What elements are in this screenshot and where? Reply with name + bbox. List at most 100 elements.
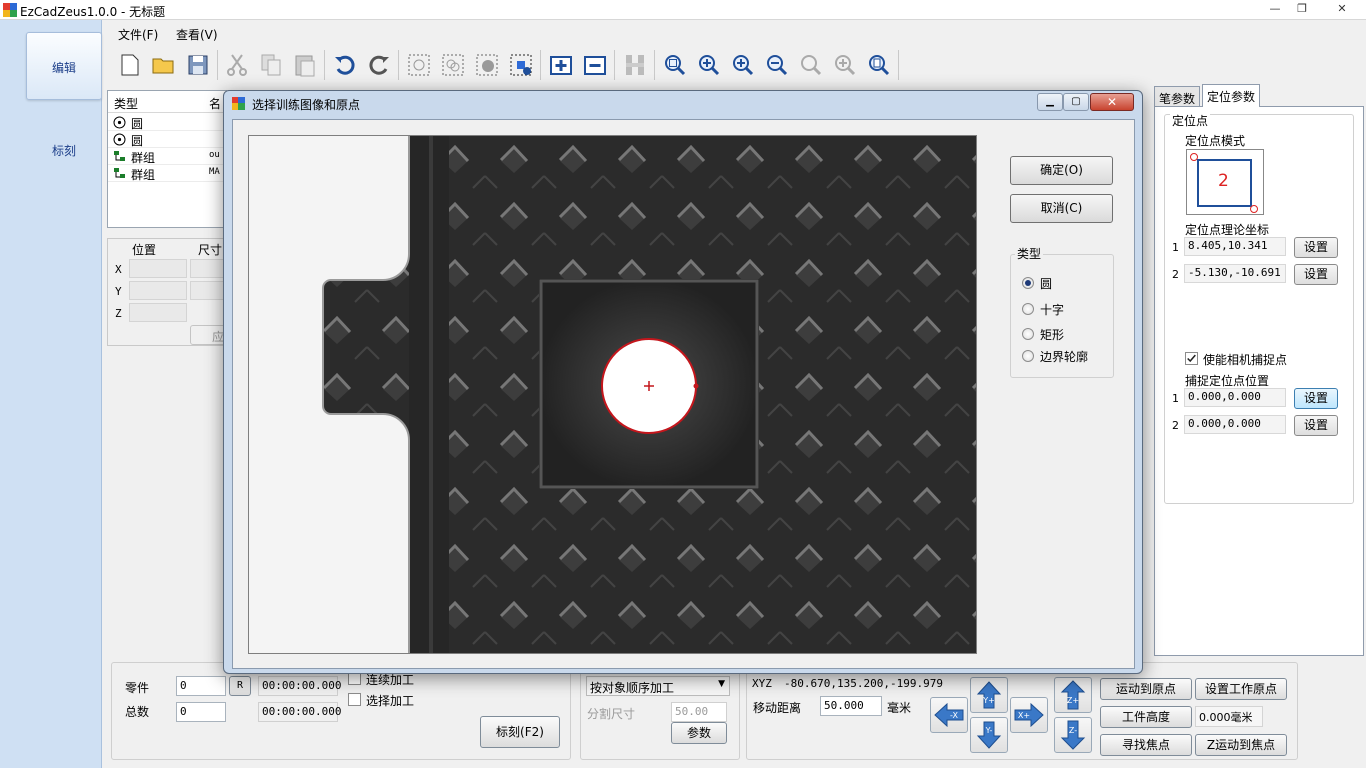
zoom-select-icon[interactable] <box>830 50 860 80</box>
y-minus-text: Y- <box>985 726 993 735</box>
list-item[interactable]: 群组 ou <box>108 148 228 165</box>
open-folder-icon[interactable] <box>149 50 179 80</box>
list-item-type: 圆 <box>131 117 144 131</box>
objlist-header-name: 名 <box>209 97 222 111</box>
param-button[interactable]: 参数 <box>671 722 727 744</box>
work-height-button[interactable]: 工件高度 <box>1100 706 1192 728</box>
x-plus-text: X+ <box>1018 711 1030 720</box>
node-icon[interactable] <box>506 50 536 80</box>
menu-view[interactable]: 查看(V) <box>176 26 218 43</box>
paste-icon[interactable] <box>290 50 320 80</box>
theory-coords-label: 定位点理论坐标 <box>1185 223 1270 237</box>
redo-icon[interactable] <box>364 50 394 80</box>
z-to-focus-button[interactable]: Z运动到焦点 <box>1195 734 1287 756</box>
zoom-out-icon[interactable] <box>762 50 792 80</box>
add-icon[interactable] <box>546 50 576 80</box>
pos-header-size: 尺寸 <box>198 243 223 257</box>
menu-file[interactable]: 文件(F) <box>118 26 158 43</box>
y-plus-button[interactable]: Y+ <box>970 677 1008 713</box>
pos-y-input[interactable] <box>129 281 187 300</box>
theory-set-1-button[interactable]: 设置 <box>1294 237 1338 258</box>
copy-icon[interactable] <box>256 50 286 80</box>
dialog-minimize-button[interactable]: ▁ <box>1037 93 1063 111</box>
goto-origin-button[interactable]: 运动到原点 <box>1100 678 1192 700</box>
capture-coord-1-field[interactable]: 0.000,0.000 <box>1184 388 1286 407</box>
x-minus-button[interactable]: -X <box>930 697 968 733</box>
part-label: 零件 <box>125 681 150 695</box>
ok-button[interactable]: 确定(O) <box>1010 156 1113 185</box>
zoom-all-icon[interactable] <box>660 50 690 80</box>
list-item[interactable]: 群组 MA <box>108 165 228 182</box>
set-work-origin-button[interactable]: 设置工作原点 <box>1195 678 1287 700</box>
list-item[interactable]: 圆 <box>108 114 228 131</box>
nav-mark-button[interactable]: 标刻 <box>26 116 102 184</box>
enable-camera-label: 使能相机捕捉点 <box>1203 353 1288 367</box>
dialog-close-button[interactable]: ✕ <box>1090 93 1134 111</box>
new-file-icon[interactable] <box>115 50 145 80</box>
dialog-maximize-button[interactable]: ▢ <box>1063 93 1089 111</box>
pos-header-position: 位置 <box>132 243 157 257</box>
order-select[interactable]: 按对象顺序加工 ▼ <box>586 676 730 696</box>
split-size-input[interactable]: 50.00 <box>671 702 727 722</box>
pos-x-input[interactable] <box>129 259 187 278</box>
zoom-in-icon[interactable] <box>694 50 724 80</box>
y-minus-button[interactable]: Y- <box>970 717 1008 753</box>
remove-icon[interactable] <box>580 50 610 80</box>
capture-coord-2-field[interactable]: 0.000,0.000 <box>1184 415 1286 434</box>
part-count-input[interactable]: 0 <box>176 676 226 696</box>
move-distance-input[interactable]: 50.000 <box>820 696 882 716</box>
chevron-down-icon: ▼ <box>718 679 725 689</box>
cut-icon[interactable] <box>222 50 252 80</box>
mode-selector[interactable]: 2 <box>1186 149 1264 215</box>
menu-bar: 文件(F) 查看(V) <box>104 22 1366 44</box>
mark-button[interactable]: 标刻(F2) <box>480 716 560 748</box>
tab-position-params[interactable]: 定位参数 <box>1202 84 1261 107</box>
find-focus-button[interactable]: 寻找焦点 <box>1100 734 1192 756</box>
list-item[interactable]: 圆 <box>108 131 228 148</box>
move-unit: 毫米 <box>887 701 912 715</box>
camera-image[interactable] <box>248 135 977 654</box>
theory-coord-2-field[interactable]: -5.130,-10.691 <box>1184 264 1286 283</box>
nav-edit-button[interactable]: 编辑 <box>26 32 102 100</box>
camera-image-svg <box>249 136 976 653</box>
type-circle-radio[interactable] <box>1022 277 1034 289</box>
type-contour-radio[interactable] <box>1022 350 1034 362</box>
z-plus-button[interactable]: Z+ <box>1054 677 1092 713</box>
close-button[interactable]: ✕ <box>1322 1 1362 18</box>
dialog-app-icon <box>232 97 245 110</box>
undo-icon[interactable] <box>330 50 360 80</box>
select-process-checkbox[interactable] <box>348 693 361 706</box>
group-icon[interactable] <box>438 50 468 80</box>
minimize-button[interactable]: — <box>1262 1 1288 18</box>
type-rect-radio[interactable] <box>1022 328 1034 340</box>
theory-set-2-button[interactable]: 设置 <box>1294 264 1338 285</box>
enable-camera-checkbox[interactable] <box>1185 352 1198 365</box>
reset-button[interactable]: R <box>229 676 251 696</box>
select-icon[interactable] <box>404 50 434 80</box>
z-plus-text: Z+ <box>1067 696 1079 705</box>
theory-coord-1-field[interactable]: 8.405,10.341 <box>1184 237 1286 256</box>
list-item-type: 群组 <box>131 168 156 182</box>
type-rect-label: 矩形 <box>1040 328 1065 342</box>
tab-pen-params[interactable]: 笔参数 <box>1154 86 1201 106</box>
maximize-button[interactable]: ❐ <box>1289 1 1315 18</box>
list-item-name: ou <box>209 150 220 160</box>
type-contour-label: 边界轮廓 <box>1040 350 1089 364</box>
total-count-input[interactable]: 0 <box>176 702 226 722</box>
type-cross-radio[interactable] <box>1022 303 1034 315</box>
object-list[interactable]: 类型 名 圆 圆 群组 ou 群组 MA <box>107 90 228 228</box>
zoom-window-icon[interactable] <box>796 50 826 80</box>
capture-set-1-button[interactable]: 设置 <box>1294 388 1338 409</box>
z-minus-button[interactable]: Z- <box>1054 717 1092 753</box>
zoom-in-2-icon[interactable] <box>728 50 758 80</box>
save-icon[interactable] <box>183 50 213 80</box>
group-tree-icon <box>114 168 125 178</box>
zoom-page-icon[interactable] <box>864 50 894 80</box>
pos-z-input[interactable] <box>129 303 187 322</box>
type-circle-label: 圆 <box>1040 277 1053 291</box>
ungroup-icon[interactable] <box>472 50 502 80</box>
measure-icon[interactable] <box>620 50 650 80</box>
cancel-button[interactable]: 取消(C) <box>1010 194 1113 223</box>
x-plus-button[interactable]: X+ <box>1010 697 1048 733</box>
capture-set-2-button[interactable]: 设置 <box>1294 415 1338 436</box>
